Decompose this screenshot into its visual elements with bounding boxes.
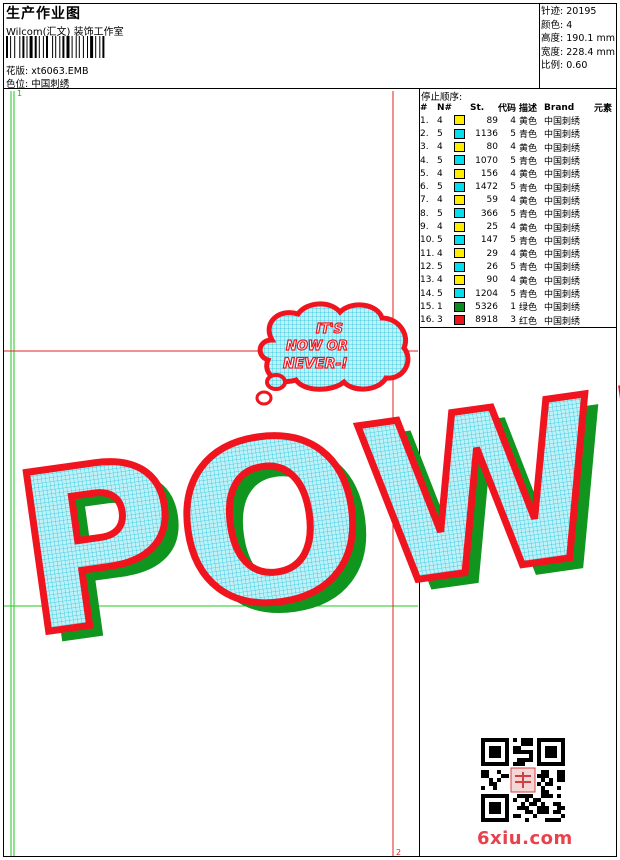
watermark: 6xiu.com [477,828,573,849]
pow-artwork: POW! POW! [0,332,620,695]
bubble-line-3: NEVER-! [283,356,348,372]
end-marker: 2 [396,848,401,857]
embroidery-design-canvas: IT'S NOW OR NEVER-! POW! POW! 1 2 [0,89,620,857]
qr-code [481,738,565,822]
pow-text: POW! [0,336,620,686]
bubble-line-2: NOW OR [286,339,348,354]
start-marker: 1 [17,89,22,98]
bubble-line-1: IT'S [316,322,343,337]
